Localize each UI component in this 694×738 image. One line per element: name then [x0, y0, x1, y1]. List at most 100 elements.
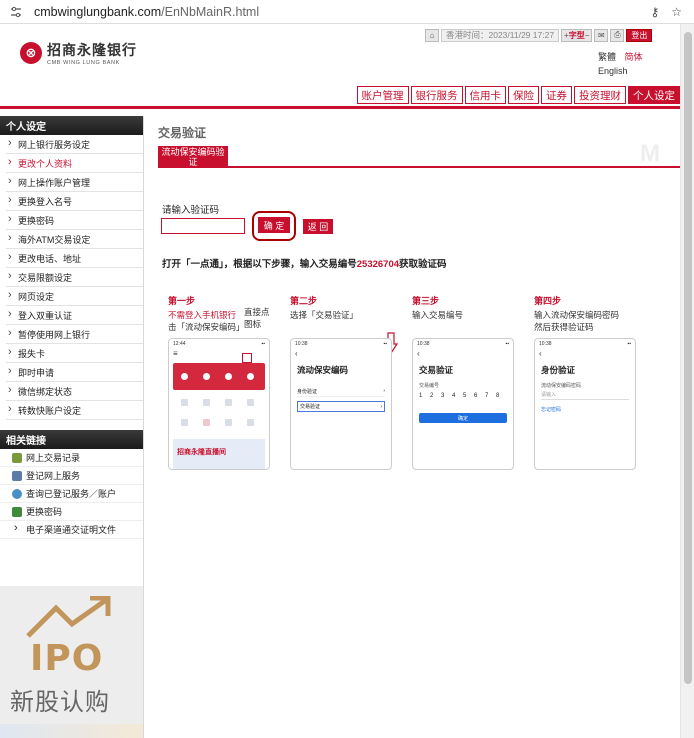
sidebar-item-transaction-limit[interactable]: 交易限额设定 [6, 268, 143, 287]
step-desc: 输入交易编号 [412, 310, 464, 320]
vertical-scrollbar[interactable] [680, 24, 694, 738]
main-content: 交易验证 M 流动保安编码验证 请输入验证码 确 定 返 回 打开「一点通」，根… [144, 116, 680, 738]
link-register-services[interactable]: 登记网上服务 [0, 467, 143, 485]
sidebar-item-instant-apply[interactable]: 即时申请 [6, 363, 143, 382]
main-nav-tabs: 账户管理 银行服务 信用卡 保险 证券 投资理财 个人设定 [356, 86, 680, 104]
settings-sliders-icon[interactable] [10, 6, 22, 18]
phone-title: 身份验证 [541, 365, 576, 375]
tab-securities[interactable]: 证券 [541, 86, 572, 104]
users-icon [12, 507, 22, 517]
sidebar-item-change-login-name[interactable]: 更换登入名号 [6, 192, 143, 211]
print-icon[interactable]: ⎙ [610, 28, 625, 42]
transaction-reference: 25326704 [356, 259, 400, 270]
app-shortcut-icon [225, 373, 232, 380]
font-size-control[interactable]: + 字型 − [561, 28, 593, 42]
url-path: /EnNbMainR.html [161, 4, 260, 19]
sidebar-item-online-banking-settings[interactable]: 网上银行服务设定 [6, 135, 143, 154]
tab-account-management[interactable]: 账户管理 [356, 86, 409, 104]
lang-traditional[interactable]: 繁體 [598, 52, 616, 62]
home-icon[interactable]: ⌂ [425, 28, 439, 42]
phone-confirm-button: 确定 [419, 413, 507, 423]
tab-investment[interactable]: 投资理财 [574, 86, 626, 104]
phone-label: 流动保安编码密码 [541, 383, 582, 389]
link-change-password[interactable]: 更换密码 [0, 503, 143, 521]
phone-label: 交易编号 [419, 383, 440, 389]
app-grid-icon [247, 399, 254, 406]
lang-english[interactable]: English [598, 66, 628, 76]
back-button[interactable]: 返 回 [303, 219, 333, 234]
sidebar-item-change-profile[interactable]: 更改个人资料 [6, 154, 143, 173]
tab-insurance[interactable]: 保险 [508, 86, 539, 104]
language-switch: 繁體 简体 [598, 50, 643, 63]
tab-banking-services[interactable]: 银行服务 [410, 86, 463, 104]
link-label: 电子渠道通交证明文件 [26, 525, 117, 535]
phone-screenshot-transaction: 10:38 ▪▪ ‹ 交易验证 交易编号 1 2 3 4 5 6 7 8 确定 [412, 338, 514, 470]
step-title: 第三步 [412, 296, 440, 306]
app-grid-icon [203, 399, 210, 406]
app-grid-icon [225, 399, 232, 406]
bank-logo[interactable]: ⊗ 招商永隆银行 CMB WING LUNG BANK [20, 40, 137, 66]
menu-icon: ≡ [173, 349, 178, 358]
link-e-channel-docs[interactable]: › 电子渠道通交证明文件 [0, 521, 143, 539]
scrollbar-thumb[interactable] [684, 32, 692, 684]
phone-status-bar: 10:38 ▪▪ [295, 341, 387, 347]
url-text[interactable]: cmbwinglungbank.com/EnNbMainR.html [34, 5, 259, 19]
instruction-text: 打开「一点通」，根据以下步骤，输入交易编号25326704获取验证码 [162, 256, 447, 270]
sidebar-item-web-settings[interactable]: 网页设定 [6, 287, 143, 306]
sidebar-item-wechat-binding[interactable]: 微信绑定状态 [6, 382, 143, 401]
sidebar-item-change-password[interactable]: 更换密码 [6, 211, 143, 230]
app-grid-icon [225, 419, 232, 426]
hk-time: 香港时间：2023/11/29 17:27 [441, 28, 560, 42]
browser-address-bar[interactable]: cmbwinglungbank.com/EnNbMainR.html ⚷ ☆ [0, 0, 694, 24]
verification-code-label: 请输入验证码 [162, 205, 220, 216]
lang-simplified[interactable]: 简体 [625, 52, 643, 62]
logout-button[interactable]: 登出 [626, 28, 653, 42]
page-title: 交易验证 [158, 126, 207, 140]
phone-input: 请输入 [541, 391, 629, 400]
tab-credit-card[interactable]: 信用卡 [464, 86, 506, 104]
link-transaction-records[interactable]: 网上交易记录 [0, 449, 143, 467]
link-label: 查询已登记服务／账户 [26, 489, 117, 499]
instruction-post: 获取验证码 [399, 259, 447, 270]
app-grid-icon [247, 419, 254, 426]
verification-code-input[interactable] [161, 218, 245, 234]
notepad-icon [12, 453, 22, 463]
key-icon[interactable]: ⚷ [650, 5, 659, 19]
related-links: 网上交易记录 登记网上服务 查询已登记服务／账户 更换密码 › 电子渠道通交证明… [0, 449, 143, 539]
link-label: 更换密码 [26, 507, 63, 517]
mail-icon[interactable]: ✉ [594, 28, 609, 42]
app-grid-icon [181, 399, 188, 406]
sidebar-item-two-factor[interactable]: 登入双重认证 [6, 306, 143, 325]
phone-row: 身份验证 › [297, 386, 385, 397]
sidebar-item-account-management[interactable]: 网上操作账户管理 [6, 173, 143, 192]
next-banner-strip[interactable] [0, 724, 143, 738]
ipo-banner[interactable]: IPO 新股认购 [0, 586, 143, 738]
step-desc: 选择「交易验证」 [290, 310, 359, 320]
sidebar-item-overseas-atm[interactable]: 海外ATM交易设定 [6, 230, 143, 249]
tab-personal-settings[interactable]: 个人设定 [628, 86, 680, 104]
sidebar-header-personal: 个人设定 [0, 116, 143, 135]
link-label: 网上交易记录 [26, 453, 81, 463]
link-query-registered[interactable]: 查询已登记服务／账户 [0, 485, 143, 503]
logo-mark-icon: ⊗ [20, 42, 42, 64]
app-shortcut-icon [247, 373, 254, 380]
app-grid-icon [203, 419, 210, 426]
chevron-right-icon: › [14, 522, 18, 534]
star-icon[interactable]: ☆ [671, 5, 682, 19]
sidebar-item-suspend-banking[interactable]: 暂停使用网上银行 [6, 325, 143, 344]
sidebar-item-change-phone-address[interactable]: 更改电话、地址 [6, 249, 143, 268]
tab-mobile-token-verification[interactable]: 流动保安编码验证 [158, 146, 228, 168]
app-grid-icon [181, 419, 188, 426]
confirm-button[interactable]: 确 定 [258, 217, 290, 233]
phone-status-bar: 12:44 ▪▪ [173, 341, 265, 347]
sidebar-menu: 网上银行服务设定 更改个人资料 网上操作账户管理 更换登入名号 更换密码 海外A… [0, 135, 143, 420]
url-host: cmbwinglungbank.com [34, 4, 162, 19]
phone-title: 流动保安编码 [297, 365, 349, 375]
site-header: ⊗ 招商永隆银行 CMB WING LUNG BANK ⌂ 香港时间：2023/… [0, 24, 680, 110]
back-arrow-icon: ‹ [295, 349, 298, 358]
sidebar-item-report-lost-card[interactable]: 报失卡 [6, 344, 143, 363]
sidebar-header-links: 相关链接 [0, 430, 143, 449]
sidebar-item-fps-settings[interactable]: 转数快账户设定 [6, 401, 143, 420]
step-title: 第四步 [534, 296, 562, 306]
phone-row-highlighted: 交易验证 › [297, 401, 385, 412]
